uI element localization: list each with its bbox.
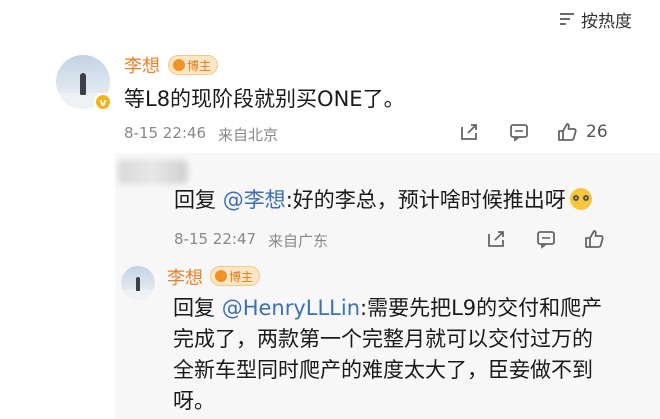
flame-icon xyxy=(215,270,227,282)
share-icon[interactable] xyxy=(458,121,480,143)
comment-icon[interactable] xyxy=(508,121,530,143)
reply-prefix: 回复 xyxy=(174,188,223,212)
glasses-emoji-icon xyxy=(569,188,592,210)
share-icon[interactable] xyxy=(485,228,507,250)
badge-label: 博主 xyxy=(187,58,212,73)
like-icon[interactable] xyxy=(583,228,605,250)
reply-body: :好的李总，预计啥时候推出呀 xyxy=(285,188,566,212)
blurred-username xyxy=(118,160,188,184)
comment-meta: 8-15 22:46 来自北京 xyxy=(124,124,278,145)
comment-icon[interactable] xyxy=(535,228,557,250)
reply-text: 回复 @HenryLLLin:需要先把L9的交付和爬产 完成了，两款第一个完整月… xyxy=(173,293,643,417)
comment-date: 8-15 22:46 xyxy=(124,124,207,142)
flame-icon xyxy=(173,59,185,71)
weibo-comments-screen: 按热度 v 李想 博主 等L8的现阶段就别买ONE了。 8-15 22:46 来… xyxy=(0,0,660,419)
blogger-badge: 博主 xyxy=(168,55,219,75)
author-name[interactable]: 李想 xyxy=(124,52,160,78)
badge-label: 博主 xyxy=(229,269,254,284)
sort-label: 按热度 xyxy=(581,11,632,32)
comment-text: 等L8的现阶段就别买ONE了。 xyxy=(124,87,405,111)
like-icon[interactable] xyxy=(556,121,578,143)
reply-meta: 8-15 22:47 来自广东 xyxy=(174,230,328,251)
reply-body-1: :需要先把L9的交付和爬产 xyxy=(360,296,603,320)
mention-link[interactable]: @李想 xyxy=(223,188,286,212)
reply-line-4: 呀。 xyxy=(173,389,215,413)
reply-line-3: 全新车型同时爬产的难度太大了，臣妾做不到 xyxy=(173,358,593,382)
avatar[interactable]: v xyxy=(56,55,112,111)
avatar-image xyxy=(121,266,155,300)
reply-prefix: 回复 xyxy=(173,296,222,320)
verified-icon: v xyxy=(94,93,112,111)
comment-location: 来自北京 xyxy=(218,126,279,144)
reply-line-1: 回复 @HenryLLLin:需要先把L9的交付和爬产 xyxy=(173,293,643,324)
comment-actions: 26 xyxy=(458,121,608,143)
reply-location: 来自广东 xyxy=(268,232,329,250)
reply-date: 8-15 22:47 xyxy=(174,230,257,248)
author-name[interactable]: 李想 xyxy=(167,264,203,290)
reply-actions xyxy=(485,228,605,250)
sort-by-hot-button[interactable]: 按热度 xyxy=(559,8,632,32)
reply-text: 回复 @李想:好的李总，预计啥时候推出呀 xyxy=(174,185,592,216)
sort-lines-icon xyxy=(560,13,574,25)
mention-link[interactable]: @HenryLLLin xyxy=(222,296,360,320)
reply-line-2: 完成了，两款第一个完整月就可以交付过万的 xyxy=(173,327,593,351)
blogger-badge: 博主 xyxy=(210,266,261,286)
like-count: 26 xyxy=(586,122,608,142)
avatar[interactable] xyxy=(121,266,155,300)
